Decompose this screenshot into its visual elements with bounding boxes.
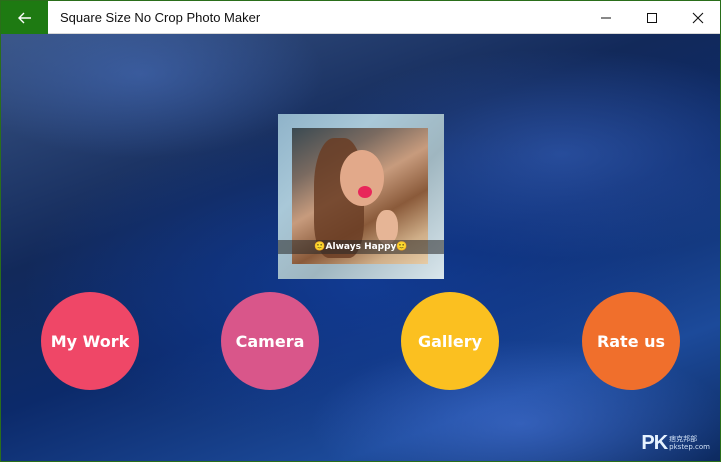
arrow-left-icon: [17, 12, 31, 23]
watermark-text-line1: 痞克邦部: [669, 435, 698, 443]
close-icon: [692, 12, 704, 23]
my-work-label: My Work: [50, 331, 130, 351]
camera-label: Camera: [235, 331, 305, 351]
close-button[interactable]: [675, 1, 720, 34]
title-bar: Square Size No Crop Photo Maker: [1, 1, 720, 34]
maximize-icon: [647, 12, 657, 23]
back-button[interactable]: [1, 1, 48, 34]
my-work-button[interactable]: My Work: [41, 292, 139, 390]
photo-caption: 🙂Always Happy🙂: [314, 242, 408, 252]
preview-photo[interactable]: 🙂Always Happy🙂: [278, 114, 444, 279]
window-title: Square Size No Crop Photo Maker: [60, 10, 261, 25]
maximize-button[interactable]: [629, 1, 675, 34]
watermark-logo: PK: [641, 432, 668, 454]
watermark-text: 痞克邦部 pkstep.com: [669, 435, 710, 451]
main-stage: 🙂Always Happy🙂 My Work Camera Gallery Ra…: [1, 34, 720, 461]
gallery-button[interactable]: Gallery: [401, 292, 499, 390]
watermark: PK 痞克邦部 pkstep.com: [641, 432, 710, 455]
rate-us-label: Rate us: [596, 331, 666, 351]
photo-hand: [376, 210, 398, 244]
photo-lips: [358, 186, 372, 198]
gallery-label: Gallery: [417, 331, 483, 351]
minimize-icon: [601, 17, 611, 18]
rate-us-button[interactable]: Rate us: [582, 292, 680, 390]
watermark-text-line2: pkstep.com: [669, 443, 710, 451]
minimize-button[interactable]: [583, 1, 629, 34]
app-window: Square Size No Crop Photo Maker 🙂Always …: [0, 0, 721, 462]
camera-button[interactable]: Camera: [221, 292, 319, 390]
